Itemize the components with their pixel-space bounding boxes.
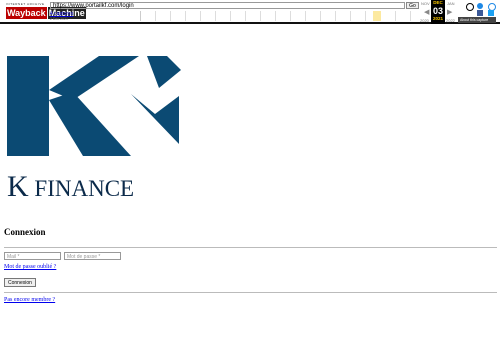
prev-capture-arrow-icon[interactable]: ◀ — [424, 8, 429, 16]
login-button[interactable]: Connexion — [4, 278, 36, 287]
login-title: Connexion — [4, 227, 46, 237]
current-capture-date: DEC 03 2021 — [431, 0, 445, 24]
capture-timeline[interactable] — [140, 11, 421, 21]
logo-f-bar — [131, 94, 179, 144]
logo-k-stem — [7, 56, 49, 156]
wayback-logo-caption: INTERNET ARCHIVE — [6, 2, 45, 6]
k-finance-logo — [7, 56, 181, 156]
month-prev[interactable]: NOV — [421, 1, 430, 6]
current-year: 2021 — [432, 16, 443, 21]
divider — [4, 247, 497, 248]
twitter-icon[interactable] — [488, 10, 494, 16]
about-capture-button[interactable]: About this capture — [458, 17, 496, 23]
mail-input[interactable]: Mail * — [4, 252, 61, 260]
current-day: 03 — [432, 6, 443, 16]
year-prev[interactable]: 2020 — [420, 18, 429, 23]
brand-name-initial: K — [7, 170, 29, 203]
capture-dates: 2 Dec 2021 — [50, 17, 68, 21]
brand-name-rest: FINANCE — [28, 176, 135, 201]
help-icon[interactable] — [477, 3, 483, 9]
next-capture-arrow-icon[interactable]: ▶ — [447, 8, 452, 16]
forgot-password-link[interactable]: Mot de passe oublié ? — [4, 264, 56, 270]
divider — [4, 292, 497, 293]
signup-link[interactable]: Pas encore membre ? — [4, 297, 55, 303]
user-icon[interactable] — [466, 3, 474, 11]
wayback-url-input[interactable]: https://www.portailkf.com/login — [50, 2, 405, 9]
password-input[interactable]: Mot de passe * — [64, 252, 121, 260]
wayback-toolbar: INTERNET ARCHIVE Wayback Machine https:/… — [0, 0, 500, 24]
logo-f-top — [147, 56, 181, 88]
brand-name: K FINANCE — [7, 170, 134, 204]
logo-k-upper-arm — [49, 56, 139, 100]
month-next[interactable]: JAN — [447, 1, 455, 6]
year-next[interactable]: 2022 — [446, 18, 455, 23]
logo-k-lower-arm — [49, 92, 131, 156]
timeline-current-marker — [373, 11, 381, 21]
facebook-icon[interactable] — [477, 10, 483, 16]
wayback-logo[interactable]: INTERNET ARCHIVE Wayback Machine — [6, 2, 86, 20]
wayback-go-button[interactable]: Go — [406, 2, 419, 9]
wayback-logo-word-1: Wayback — [6, 7, 47, 19]
